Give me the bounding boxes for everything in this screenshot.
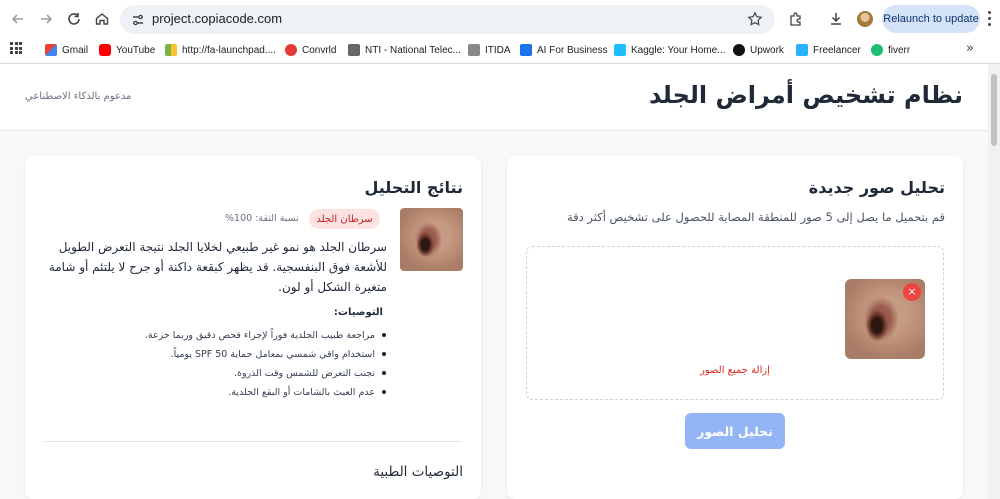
scrollbar-thumb[interactable] — [991, 74, 997, 146]
upload-card: تحليل صور جديدة قم بتحميل ما يصل إلى 5 ص… — [507, 156, 963, 499]
gmail-icon — [45, 44, 57, 56]
result-image-thumbnail — [400, 208, 463, 271]
section-divider — [44, 441, 462, 442]
image-dropzone[interactable]: × إزالة جميع الصور — [526, 246, 944, 400]
launchpad-icon — [165, 44, 177, 56]
menu-kebab-icon[interactable] — [987, 11, 991, 27]
skin-lesion-image — [400, 208, 463, 271]
home-icon[interactable] — [92, 9, 112, 29]
bookmark-itida[interactable]: ITIDA — [468, 42, 511, 58]
analyze-images-button[interactable]: تحليل الصور — [685, 413, 785, 449]
upload-title: تحليل صور جديدة — [808, 178, 945, 197]
page-subtitle: مدعوم بالذكاء الاصطناعي — [25, 91, 132, 102]
forward-icon[interactable] — [36, 9, 56, 29]
convrld-icon — [285, 44, 297, 56]
results-title: نتائج التحليل — [364, 178, 463, 197]
recommendation-item: تجنب التعرض للشمس وقت الذروة. — [89, 364, 389, 383]
remove-image-icon[interactable]: × — [903, 283, 921, 301]
recommendations-heading: التوصيات: — [333, 307, 383, 318]
bookmarks-bar: Gmail YouTube http://fa-launchpad.... Co… — [0, 38, 1000, 62]
recommendation-item: عدم العبث بالشامات أو البقع الجلدية. — [89, 383, 389, 402]
remove-all-images-link[interactable]: إزالة جميع الصور — [527, 365, 943, 376]
medical-recommendations-title: التوصيات الطبية — [373, 464, 463, 480]
itida-icon — [468, 44, 480, 56]
browser-toolbar: project.copiacode.com Relaunch to update — [0, 0, 1000, 38]
more-bookmarks-icon[interactable]: » — [966, 41, 974, 56]
recommendation-item: استخدام واقي شمسي بمعامل حماية SPF 50 يو… — [89, 345, 389, 364]
page-title: نظام تشخيص أمراض الجلد — [648, 81, 963, 109]
profile-avatar[interactable] — [857, 11, 873, 27]
bookmark-fiverr[interactable]: fiverr — [871, 42, 910, 58]
recommendation-item: مراجعة طبيب الجلدية فوراً لإجراء فحص دقي… — [89, 326, 389, 345]
url-text[interactable]: project.copiacode.com — [152, 11, 282, 26]
bookmark-freelancer[interactable]: Freelancer — [796, 42, 861, 58]
bookmark-gmail[interactable]: Gmail — [45, 42, 88, 58]
youtube-icon — [99, 44, 111, 56]
bookmark-nti[interactable]: NTI - National Telec... — [348, 42, 461, 58]
results-card: نتائج التحليل سرطان الجلد نسبة الثقة: 10… — [25, 156, 481, 499]
back-icon[interactable] — [8, 9, 28, 29]
ai-business-icon — [520, 44, 532, 56]
freelancer-icon — [796, 44, 808, 56]
bookmark-star-icon[interactable] — [747, 11, 763, 27]
site-info-icon[interactable] — [130, 12, 146, 28]
kaggle-icon — [614, 44, 626, 56]
upwork-icon — [733, 44, 745, 56]
apps-grid-icon[interactable] — [10, 42, 22, 54]
bookmark-ai-business[interactable]: AI For Business — [520, 42, 608, 58]
download-icon[interactable] — [827, 10, 845, 28]
extensions-icon[interactable] — [787, 10, 805, 28]
confidence-text: نسبة الثقة: 100% — [225, 213, 299, 224]
bookmark-launchpad[interactable]: http://fa-launchpad.... — [165, 42, 276, 58]
address-bar[interactable]: project.copiacode.com — [120, 5, 775, 34]
diagnosis-description: سرطان الجلد هو نمو غير طبيعي لخلايا الجل… — [48, 240, 387, 294]
bookmark-youtube[interactable]: YouTube — [99, 42, 155, 58]
diagnosis-badge: سرطان الجلد — [309, 209, 380, 229]
reload-icon[interactable] — [64, 9, 84, 29]
upload-description: قم بتحميل ما يصل إلى 5 صور للمنطقة المصا… — [566, 210, 945, 224]
bookmark-kaggle[interactable]: Kaggle: Your Home... — [614, 42, 726, 58]
nti-icon — [348, 44, 360, 56]
fiverr-icon — [871, 44, 883, 56]
app-header: نظام تشخيص أمراض الجلد مدعوم بالذكاء الا… — [0, 64, 988, 131]
recommendations-list: مراجعة طبيب الجلدية فوراً لإجراء فحص دقي… — [89, 326, 389, 402]
relaunch-button[interactable]: Relaunch to update — [882, 5, 980, 33]
bookmark-upwork[interactable]: Upwork — [733, 42, 784, 58]
bookmark-convrld[interactable]: Convrld — [285, 42, 336, 58]
